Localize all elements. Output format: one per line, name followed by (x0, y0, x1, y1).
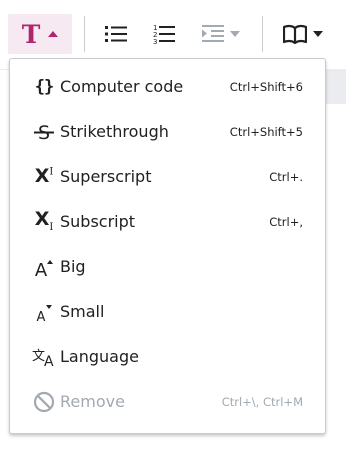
indent-button (194, 14, 248, 54)
menu-item-remove: Remove Ctrl+\, Ctrl+M (10, 379, 325, 424)
toolbar-separator (262, 16, 263, 52)
menu-item-big[interactable]: A Big (10, 244, 325, 289)
svg-text:3: 3 (153, 38, 157, 45)
subscript-icon: XI (34, 208, 54, 233)
numbered-list-icon: 1 2 3 (153, 24, 175, 45)
menu-item-label: Big (60, 257, 86, 276)
text-style-menu: {} Computer code Ctrl+Shift+6 S Striketh… (9, 58, 326, 434)
menu-item-shortcut: Ctrl+, (269, 214, 303, 229)
book-cite-icon (283, 24, 307, 44)
text-style-icon: T (21, 19, 41, 49)
menu-item-label: Strikethrough (60, 122, 169, 141)
menu-item-label: Small (60, 302, 105, 321)
menu-item-small[interactable]: A Small (10, 289, 325, 334)
svg-text:A: A (35, 260, 48, 278)
caret-up-icon (48, 31, 59, 37)
big-text-icon: A (32, 255, 56, 279)
menu-item-computer-code[interactable]: {} Computer code Ctrl+Shift+6 (10, 64, 325, 109)
menu-item-label: Remove (60, 392, 125, 411)
chevron-down-icon (313, 31, 323, 37)
toolbar-separator (84, 16, 85, 52)
bullet-list-button[interactable] (98, 14, 134, 54)
menu-item-strikethrough[interactable]: S Strikethrough Ctrl+Shift+5 (10, 109, 325, 154)
strikethrough-icon: S (32, 120, 56, 144)
menu-item-shortcut: Ctrl+\, Ctrl+M (221, 394, 303, 409)
menu-item-language[interactable]: 文 A Language (10, 334, 325, 379)
numbered-list-button[interactable]: 1 2 3 (146, 14, 182, 54)
menu-item-shortcut: Ctrl+Shift+5 (229, 124, 303, 139)
small-text-icon: A (32, 300, 56, 324)
bullet-list-icon (105, 26, 127, 42)
menu-item-superscript[interactable]: XI Superscript Ctrl+. (10, 154, 325, 199)
menu-item-label: Computer code (60, 77, 184, 96)
language-icon: 文 A (32, 345, 56, 369)
svg-text:A: A (37, 310, 46, 323)
menu-item-label: Subscript (60, 212, 136, 231)
indent-icon (202, 25, 224, 42)
menu-item-subscript[interactable]: XI Subscript Ctrl+, (10, 199, 325, 244)
text-style-button[interactable]: T (8, 14, 72, 54)
chevron-down-icon (230, 31, 240, 37)
menu-item-label: Language (60, 347, 139, 366)
cite-button[interactable] (276, 14, 330, 54)
remove-icon (32, 390, 56, 414)
menu-item-shortcut: Ctrl+Shift+6 (229, 79, 303, 94)
code-braces-icon: {} (34, 76, 55, 97)
svg-text:A: A (44, 354, 54, 368)
editor-page: T 1 2 3 {} Computer code Ctrl+Shift+6 S … (0, 0, 346, 452)
menu-item-shortcut: Ctrl+. (269, 169, 303, 184)
superscript-icon: XI (34, 165, 54, 187)
menu-item-label: Superscript (60, 167, 152, 186)
